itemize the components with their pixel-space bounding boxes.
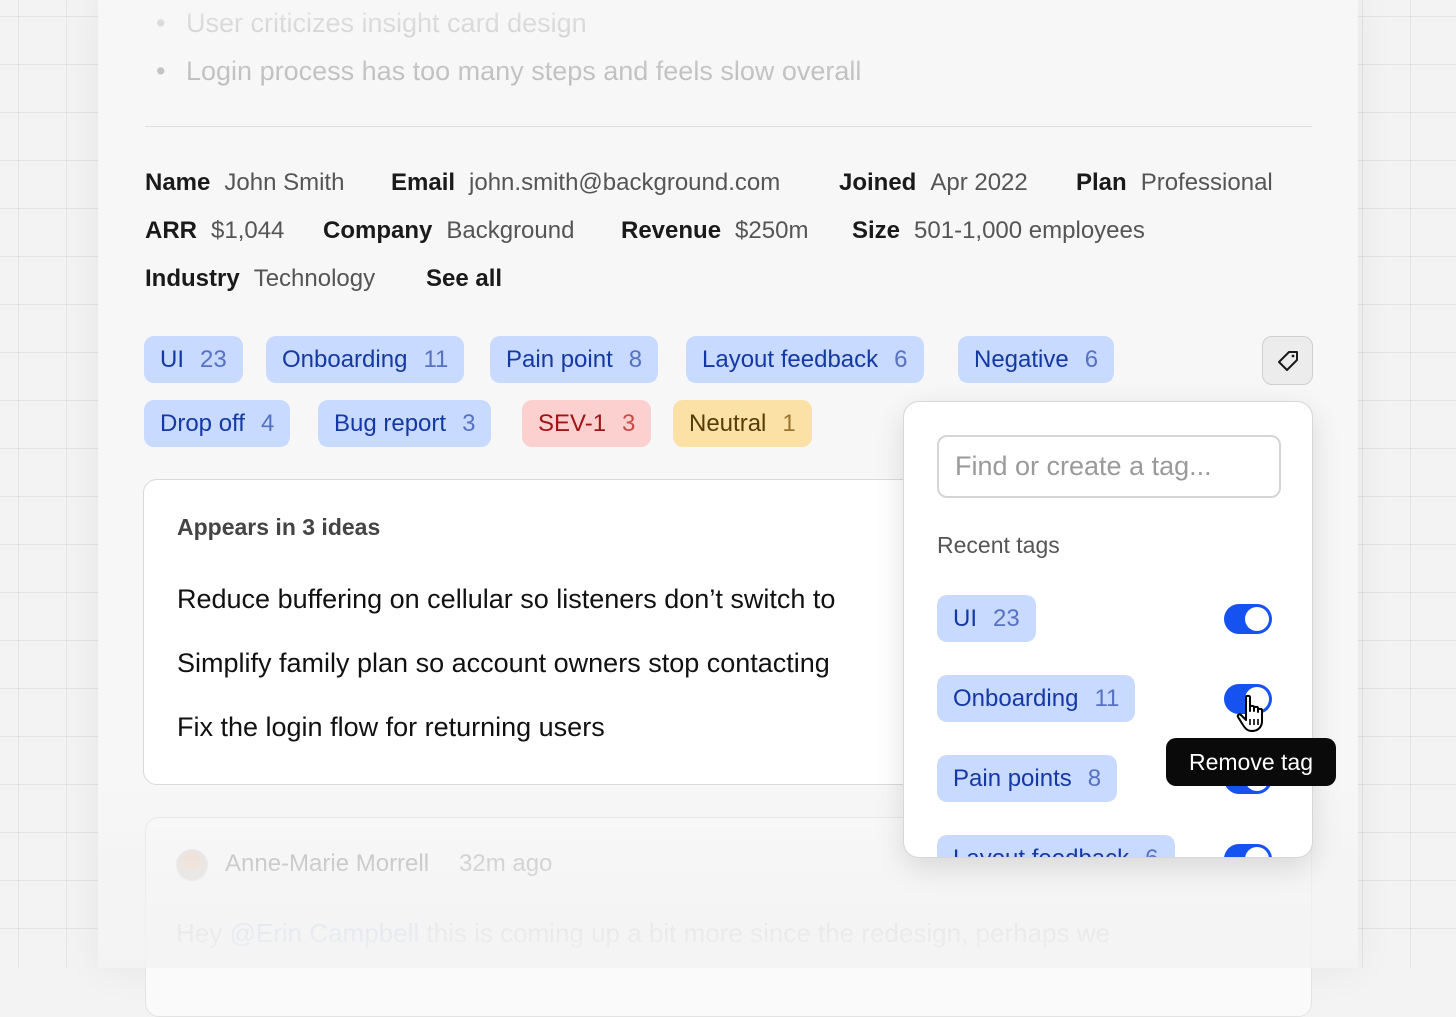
ideas-title: Appears in 3 ideas [177,514,381,540]
tag-search-field[interactable] [937,435,1281,498]
tag-chip[interactable]: SEV-1 3 [522,400,652,447]
idea-link[interactable]: Simplify family plan so account owners s… [177,648,830,679]
recent-tags-label: Recent tags [937,532,1060,558]
field-revenue: Revenue $250m [621,217,809,244]
ideas-card: Appears in 3 ideas Reduce buffering on c… [143,479,943,785]
tag-chip[interactable]: UI 23 [144,336,243,383]
tag-chip[interactable]: Negative 6 [958,336,1115,383]
tag-toggle[interactable] [1224,604,1272,634]
divider [145,126,1312,127]
recent-tag-chip: UI 23 [937,595,1036,642]
remove-tag-tooltip: Remove tag [1166,738,1336,786]
tag-chip[interactable]: Drop off 4 [144,400,291,447]
field-company: Company Background [323,217,575,244]
add-tag-button[interactable] [1262,336,1313,385]
comment-author: Anne-Marie Morrell [225,850,430,877]
idea-link[interactable]: Fix the login flow for returning users [177,712,605,743]
comment-timestamp: 32m ago [459,850,553,877]
field-arr: ARR $1,044 [145,217,285,244]
tag-search-input[interactable] [953,450,1265,483]
recent-tag-chip: Onboarding 11 [937,675,1136,722]
field-size: Size 501-1,000 employees [852,217,1145,244]
recent-tag-chip: Pain points 8 [937,755,1118,802]
idea-link[interactable]: Reduce buffering on cellular so listener… [177,584,835,615]
tag-picker-popover: Recent tags UI23 Onboarding11 Pain point… [903,401,1313,858]
field-industry: Industry Technology [145,265,376,292]
tag-chip[interactable]: Neutral 1 [673,400,812,447]
avatar [176,849,208,881]
field-name: Name John Smith [145,169,345,196]
field-email: Email john.smith@background.com [391,169,781,196]
field-plan: Plan Professional [1076,169,1273,196]
tag-chip[interactable]: Layout feedback 6 [686,336,924,383]
tag-chip[interactable]: Onboarding 11 [266,336,465,383]
list-item: User criticizes insight card design [156,8,587,39]
mention-link[interactable]: @Erin Campbell [229,918,419,948]
tag-icon [1277,350,1298,371]
see-all-link[interactable]: See all [426,265,502,293]
list-item: Login process has too many steps and fee… [156,56,861,87]
field-joined: Joined Apr 2022 [839,169,1028,196]
recent-tag-chip: Layout feedback 6 [937,835,1175,857]
pointer-cursor-icon [1236,694,1263,732]
tag-chip[interactable]: Bug report 3 [318,400,492,447]
tag-toggle[interactable] [1224,844,1272,857]
comment-body: Hey @Erin Campbell this is coming up a b… [176,918,1110,948]
tag-chip[interactable]: Pain point 8 [490,336,659,383]
